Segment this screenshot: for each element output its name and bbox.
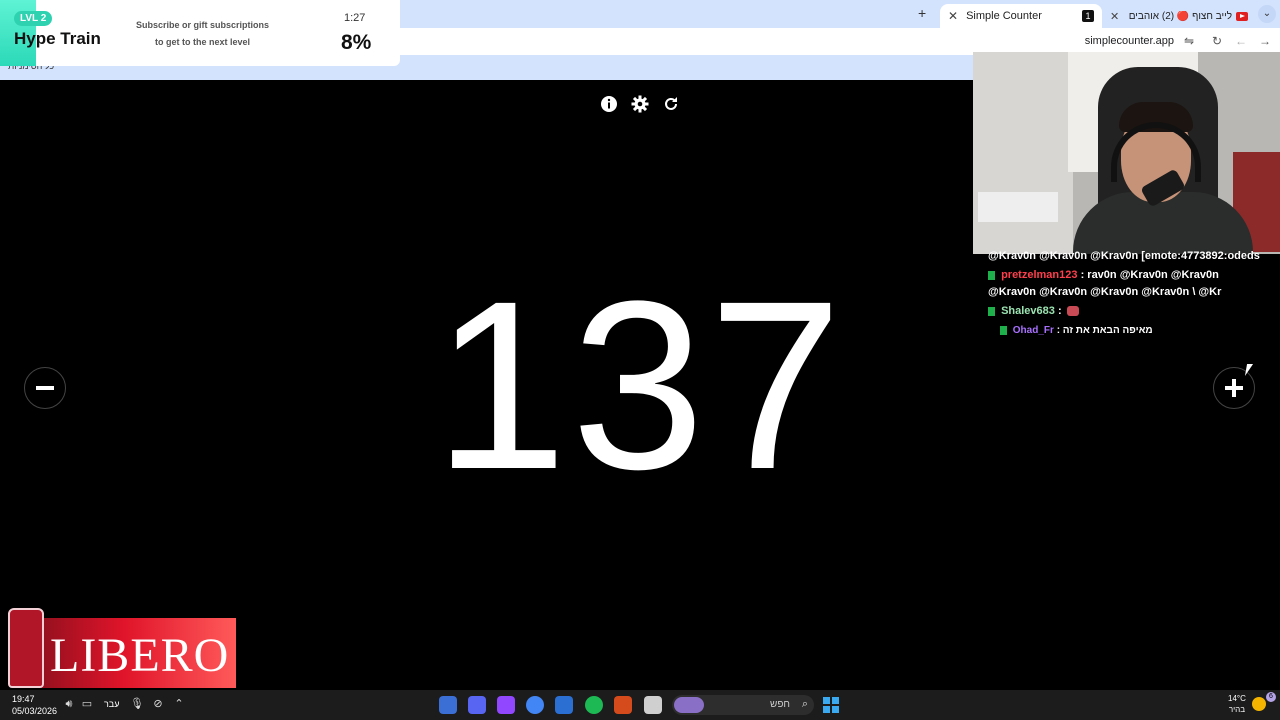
webcam-wall <box>973 52 1073 254</box>
volume-icon[interactable]: 🔊︎ <box>62 697 76 711</box>
sponsor-brand: LIBERO <box>50 629 230 682</box>
refresh-icon[interactable] <box>662 95 680 113</box>
search-icon: ⌕ <box>801 698 808 710</box>
webcam-shelf <box>978 192 1058 222</box>
chat-badge-icon <box>988 306 995 316</box>
camera-off-icon[interactable]: ⊘ <box>151 697 165 711</box>
hype-train-subtitle-line2: to get to the next level <box>154 37 250 47</box>
search-highlight-image <box>674 697 704 713</box>
forward-icon[interactable]: ← <box>1233 33 1249 49</box>
taskbar-time: 19:47 <box>12 694 35 704</box>
hype-train-title: Hype Train <box>14 29 101 48</box>
notification-badge[interactable]: 6 <box>1266 692 1276 702</box>
minus-icon <box>36 386 54 390</box>
chat-message: @Krav0n @Krav0n @Krav0n @Krav0n \ @Kr <box>988 286 1221 298</box>
chat-message: @Krav0n @Krav0n @Krav0n [emote:4773892:o… <box>988 250 1260 262</box>
hype-train-overlay: LVL 2 Hype Train Subscribe or gift subsc… <box>0 0 400 66</box>
tab-favicon: 1 <box>1082 10 1094 22</box>
reload-icon[interactable]: ↻ <box>1209 33 1225 49</box>
tab-youtube[interactable]: ✕ לייב חצוף 🔴 (2) אוהבים <box>1104 4 1254 28</box>
url-text[interactable]: simplecounter.app <box>1085 35 1174 47</box>
hype-train-progress: 8% <box>341 31 372 54</box>
perfume-bottle-image <box>8 608 44 688</box>
file-explorer-icon[interactable] <box>644 696 662 714</box>
info-icon[interactable] <box>600 95 618 113</box>
chat-emote-icon <box>1066 306 1079 317</box>
chat-badge-icon <box>988 270 995 280</box>
chat-message: Shalev683 : <box>988 305 1081 317</box>
network-icon[interactable]: ▭ <box>80 697 94 711</box>
tab-search-chevron-icon[interactable]: ⌄ <box>1258 5 1276 23</box>
calculator-app-icon[interactable] <box>439 696 457 714</box>
screen: + ✕ Simple Counter 1 ✕ לייב חצוף 🔴 (2) א… <box>0 0 1280 720</box>
search-label: חפש <box>770 699 790 710</box>
chrome-app-icon[interactable] <box>526 696 544 714</box>
taskbar-search[interactable]: חפש ⌕ <box>672 695 814 715</box>
sponsor-overlay: LIBERO <box>0 608 236 688</box>
hype-train-timer: 1:27 <box>344 12 366 24</box>
back-icon[interactable]: → <box>1257 33 1273 49</box>
twitch-app-icon[interactable] <box>497 696 515 714</box>
weather-widget[interactable]: 14°C בהיר <box>1228 693 1246 715</box>
chat-overlay: @Krav0n @Krav0n @Krav0n [emote:4773892:o… <box>980 250 1280 340</box>
app-icon[interactable] <box>614 696 632 714</box>
tab-title: Simple Counter <box>966 10 1042 22</box>
discord-app-icon[interactable] <box>468 696 486 714</box>
chat-text: : מאיפה הבאת את זה <box>1056 325 1153 336</box>
chat-username: pretzelman123 <box>1001 269 1078 281</box>
tab-close-icon[interactable]: ✕ <box>948 9 958 23</box>
chat-username: Ohad_Fr <box>1012 325 1054 336</box>
chat-text: : <box>1057 305 1065 317</box>
hype-train-subtitle-line1: Subscribe or gift subscriptions <box>135 20 270 30</box>
taskbar: 19:47 05/03/2026 🔊︎ ▭ עבר 🎙︎ ⊘ ⌃ חפש ⌕ 1… <box>0 690 1280 720</box>
counter-toolbar <box>600 95 680 115</box>
hype-train-subtitle: Subscribe or gift subscriptions to get t… <box>130 17 275 51</box>
tab-title: לייב חצוף 🔴 (2) אוהבים <box>1128 10 1232 22</box>
chat-text: @Krav0n @Krav0n @Krav0n @Krav0n \ @Kr <box>988 286 1222 298</box>
chat-username: Shalev683 <box>1001 305 1055 317</box>
chat-text: : rav0n @Krav0n @Krav0n <box>1080 269 1219 281</box>
weather-label: בהיר <box>1228 705 1246 714</box>
tab-simple-counter[interactable]: ✕ Simple Counter 1 <box>940 4 1102 28</box>
site-settings-icon[interactable]: ⇋ <box>1181 33 1197 49</box>
windows-start-icon[interactable] <box>823 697 839 713</box>
taskbar-date: 05/03/2026 <box>12 706 58 716</box>
new-tab-plus-icon[interactable]: + <box>918 5 926 21</box>
gear-icon[interactable] <box>631 95 649 113</box>
apps-grid-icon[interactable] <box>555 696 573 714</box>
chat-message: Ohad_Fr : מאיפה הבאת את זה <box>1000 325 1153 336</box>
chevron-up-icon[interactable]: ⌃ <box>172 697 186 711</box>
language-indicator[interactable]: עבר <box>104 699 119 709</box>
youtube-icon <box>1236 11 1248 21</box>
taskbar-clock[interactable]: 19:47 05/03/2026 <box>12 693 57 717</box>
weather-temp: 14°C <box>1228 694 1246 703</box>
spotify-app-icon[interactable] <box>585 696 603 714</box>
decrement-button[interactable] <box>24 367 66 409</box>
microphone-icon[interactable]: 🎙︎ <box>130 697 144 711</box>
webcam-feed <box>973 52 1280 254</box>
weather-moon-icon <box>1252 697 1266 711</box>
tab-close-icon[interactable]: ✕ <box>1110 10 1119 23</box>
chat-badge-icon <box>1000 325 1007 335</box>
chat-message: pretzelman123 : rav0n @Krav0n @Krav0n <box>988 269 1219 281</box>
chat-text: @Krav0n @Krav0n @Krav0n [emote:4773892:o… <box>988 250 1260 262</box>
hype-train-level-badge: LVL 2 <box>14 11 53 26</box>
